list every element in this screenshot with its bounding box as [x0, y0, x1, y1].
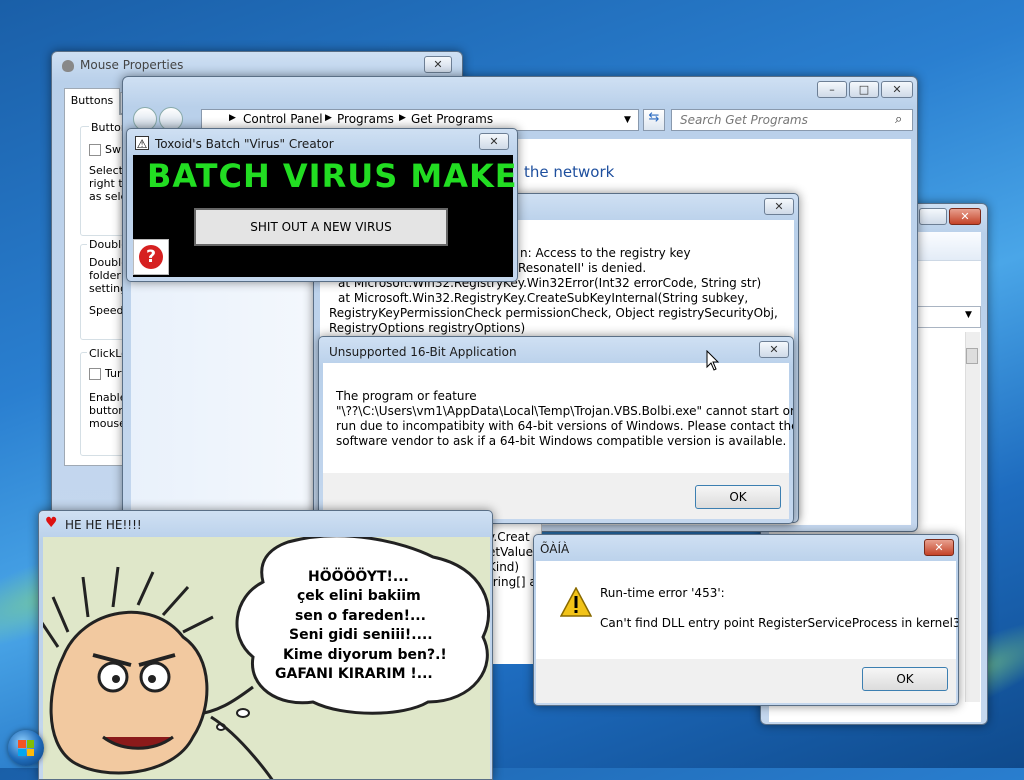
window-title: ÕÀÍÀ: [540, 542, 570, 556]
close-button[interactable]: ✕: [424, 56, 452, 73]
dialog-body: [536, 561, 956, 659]
scroll-thumb[interactable]: [966, 348, 978, 364]
dropdown-arrow-icon[interactable]: ▼: [965, 310, 972, 320]
page-heading: the network: [524, 163, 615, 181]
close-button[interactable]: ✕: [924, 539, 954, 556]
search-icon[interactable]: ⌕: [895, 112, 902, 127]
exception-line: y.Creat: [488, 530, 530, 544]
help-icon: ?: [133, 239, 169, 275]
close-button[interactable]: ✕: [881, 81, 913, 98]
windows-logo-icon: [18, 740, 34, 756]
switch-buttons-checkbox[interactable]: [89, 144, 101, 156]
message-line: "\??\C:\Users\vm1\AppData\Local\Temp\Tro…: [336, 404, 794, 418]
chevron-right-icon: ▶: [325, 113, 332, 123]
error-line: Can't find DLL entry point RegisterServi…: [600, 616, 959, 630]
breadcrumb-control-panel[interactable]: Control Panel: [243, 112, 323, 126]
error-line: Run-time error '453':: [600, 586, 725, 600]
mouse-cursor-icon: [706, 350, 720, 371]
bubble-line: HÖÖÖÖYT!...: [308, 569, 409, 585]
window-title: Toxoid's Batch "Virus" Creator: [155, 137, 334, 151]
minimize-button[interactable]: –: [817, 81, 847, 98]
runtime-error-dialog[interactable]: ÕÀÍÀ ✕ Run-time error '453': Can't find …: [533, 534, 959, 706]
window-title: Unsupported 16-Bit Application: [329, 345, 517, 359]
chevron-right-icon: ▶: [399, 113, 406, 123]
description-text: Select: [89, 164, 123, 177]
bubble-line: Seni gidi seniii!....: [289, 627, 433, 643]
bubble-line: çek elini bakiim: [297, 588, 421, 604]
breadcrumb-programs[interactable]: Programs: [337, 112, 394, 126]
bubble-line: GAFANI KIRARIM !...: [275, 666, 433, 682]
maximize-button[interactable]: □: [849, 81, 879, 98]
exception-line: at Microsoft.Win32.RegistryKey.CreateSub…: [338, 291, 749, 305]
scrollbar[interactable]: [965, 332, 980, 702]
chevron-right-icon: ▶: [229, 113, 236, 123]
exception-line: n: Access to the registry key: [520, 246, 691, 260]
breadcrumb-get-programs[interactable]: Get Programs: [411, 112, 493, 126]
ok-button[interactable]: OK: [695, 485, 781, 509]
close-button[interactable]: ✕: [759, 341, 789, 358]
address-dropdown-icon[interactable]: ▼: [624, 115, 631, 125]
search-input[interactable]: Search Get Programs: [671, 109, 913, 131]
exception-line: ResonateII' is denied.: [518, 261, 647, 275]
description-text: mouse: [89, 417, 126, 430]
close-button[interactable]: ✕: [479, 133, 509, 150]
tab-buttons[interactable]: Buttons: [64, 88, 120, 115]
close-button[interactable]: ✕: [949, 208, 981, 225]
close-button[interactable]: ✕: [764, 198, 794, 215]
bubble-line: sen o fareden!...: [295, 608, 426, 624]
mouse-icon: [62, 60, 74, 72]
refresh-icon[interactable]: ⇆: [643, 109, 665, 131]
maximize-button[interactable]: [919, 208, 947, 225]
ok-button[interactable]: OK: [862, 667, 948, 691]
exception-line: etValue: [488, 545, 534, 559]
checkbox-label: Tur: [105, 367, 122, 380]
batch-heading: BATCH VIRUS MAKER: [147, 157, 518, 195]
message-line: software vendor to ask if a 64-bit Windo…: [336, 434, 787, 448]
dialog-body: [323, 363, 789, 473]
warning-icon: [559, 586, 593, 617]
hehe-window[interactable]: ♥ HE HE HE!!!! HÖÖÖÖYT!... çek elini bak…: [38, 510, 493, 780]
window-title: Mouse Properties: [80, 58, 184, 72]
clicklock-checkbox[interactable]: [89, 368, 101, 380]
exception-line: tring[] a: [488, 575, 537, 589]
bubble-line: Kime diyorum ben?.!: [283, 647, 447, 663]
warning-icon: ⚠: [135, 136, 149, 151]
batch-virus-creator-window[interactable]: ⚠ Toxoid's Batch "Virus" Creator ✕ BATCH…: [126, 128, 518, 282]
window-title: HE HE HE!!!!: [65, 518, 142, 532]
message-line: run due to incompatibity with 64-bit ver…: [336, 419, 794, 433]
message-line: The program or feature: [336, 389, 477, 403]
exception-line: RegistryOptions registryOptions): [329, 321, 526, 335]
heart-icon: ♥: [45, 515, 58, 531]
create-virus-button[interactable]: SHIT OUT A NEW VIRUS: [194, 208, 448, 246]
exception-line: RegistryKeyPermissionCheck permissionChe…: [329, 306, 778, 320]
description-text: Enable: [89, 391, 127, 404]
unsupported-16bit-dialog[interactable]: Unsupported 16-Bit Application ✕ The pro…: [318, 336, 794, 524]
start-button[interactable]: [8, 730, 44, 766]
